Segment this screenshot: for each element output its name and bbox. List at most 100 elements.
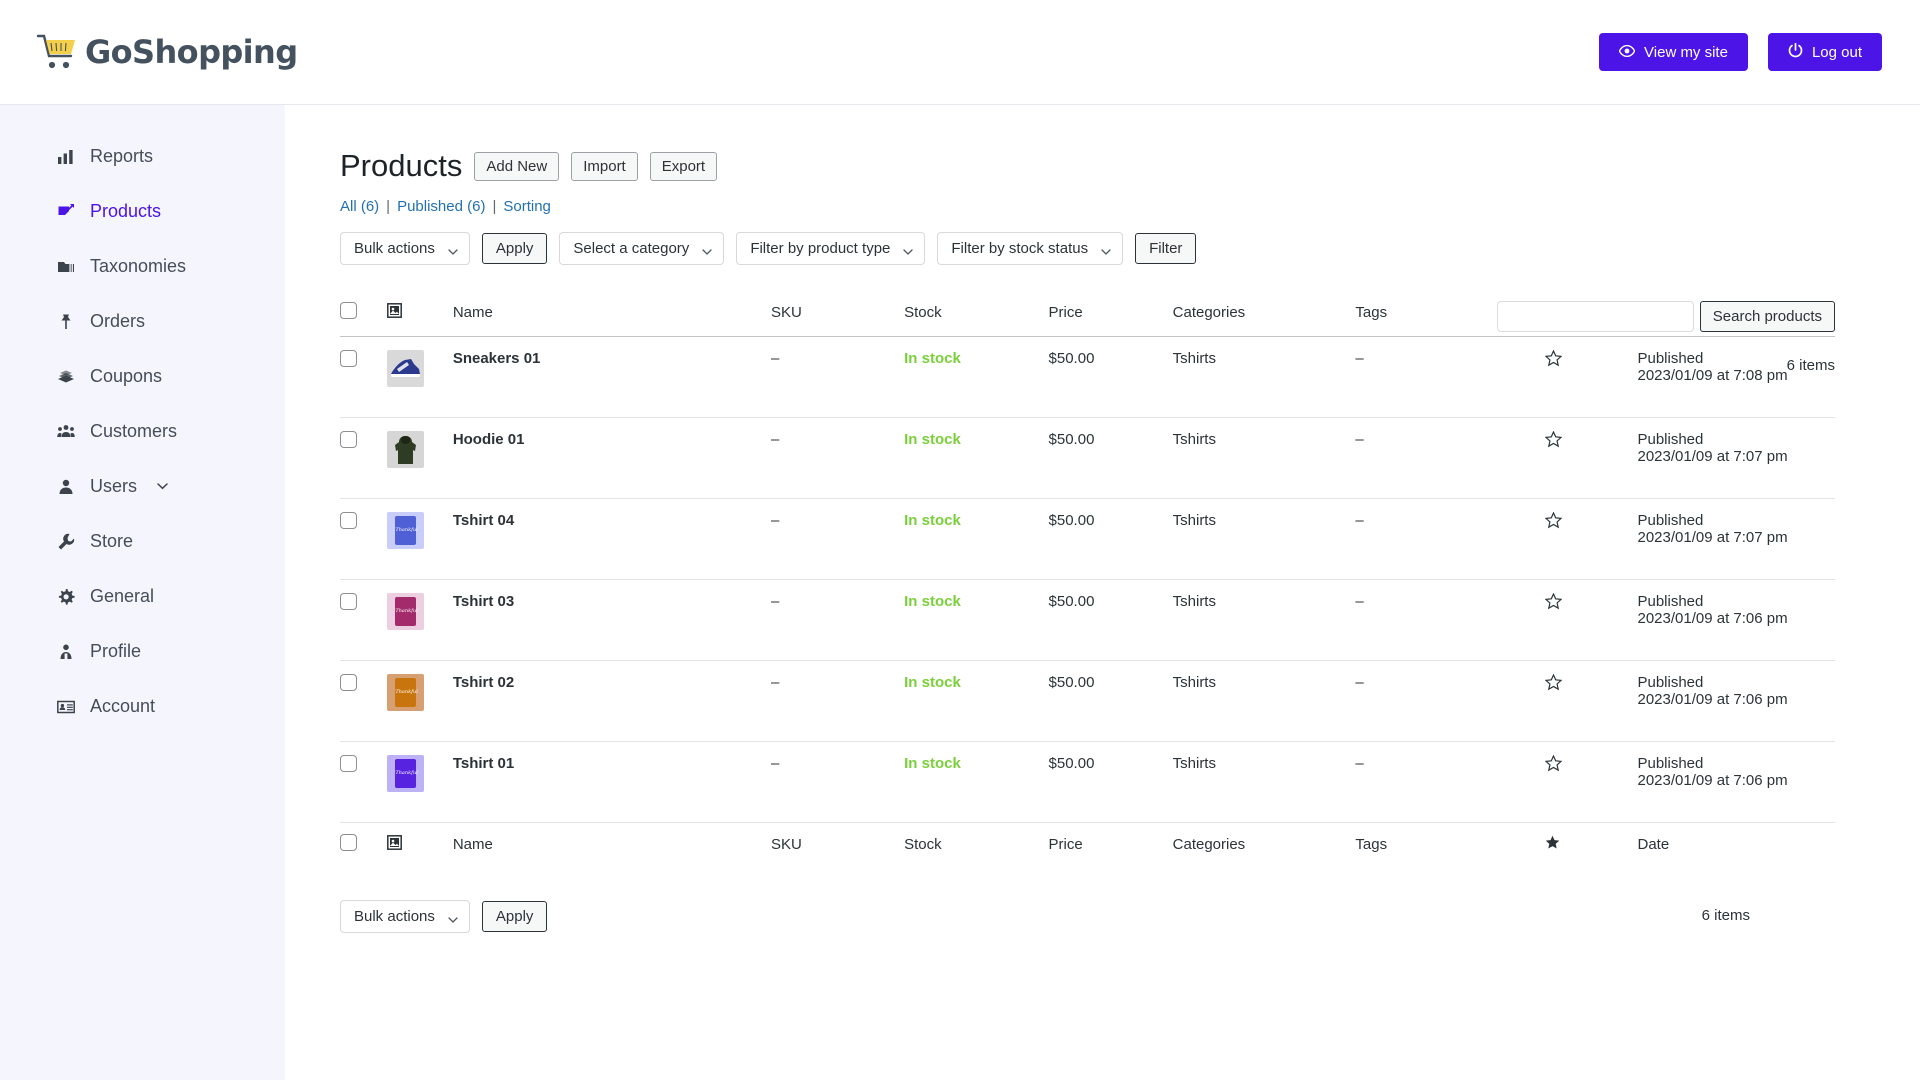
star-outline-icon[interactable]	[1544, 592, 1563, 614]
row-stock-cell: In stock	[904, 498, 1049, 580]
row-checkbox[interactable]	[340, 350, 357, 367]
publish-date: 2023/01/09 at 7:06 pm	[1637, 610, 1788, 627]
sku-column-header[interactable]: SKU	[770, 291, 905, 337]
sidebar-item-users[interactable]: Users	[0, 459, 285, 514]
row-checkbox[interactable]	[340, 593, 357, 610]
product-name-link[interactable]: Sneakers 01	[453, 350, 541, 367]
table-row: Tshirt 01–In stock$50.00Tshirts–Publishe…	[340, 741, 1835, 823]
row-price-cell: $50.00	[1048, 660, 1173, 742]
star-outline-icon[interactable]	[1544, 511, 1563, 533]
export-button[interactable]: Export	[649, 151, 718, 181]
view-my-site-button[interactable]: View my site	[1599, 33, 1748, 71]
apply-button-top[interactable]: Apply	[481, 233, 548, 264]
filter-button[interactable]: Filter	[1135, 233, 1197, 264]
price-column-header[interactable]: Price	[1048, 291, 1173, 337]
row-checkbox[interactable]	[340, 755, 357, 772]
product-thumbnail[interactable]	[387, 755, 425, 792]
select-all-checkbox-footer[interactable]	[340, 834, 357, 851]
publish-status: Published	[1637, 593, 1704, 610]
sidebar-item-coupons[interactable]: Coupons	[0, 349, 285, 404]
date-column-footer[interactable]: Date	[1637, 822, 1835, 868]
stock-status-select[interactable]: Filter by stock status	[937, 232, 1124, 265]
sidebar-item-label: Customers	[90, 421, 178, 441]
category-link[interactable]: Tshirts	[1173, 512, 1216, 529]
product-name-link[interactable]: Hoodie 01	[453, 431, 525, 448]
sidebar-item-account[interactable]: Account	[0, 679, 285, 734]
price-column-footer[interactable]: Price	[1048, 822, 1173, 868]
row-name-cell: Hoodie 01	[452, 417, 771, 499]
star-outline-icon[interactable]	[1544, 673, 1563, 695]
view-link-sorting[interactable]: Sorting	[503, 198, 551, 215]
product-thumbnail[interactable]	[387, 431, 425, 468]
row-sku-cell: –	[770, 417, 905, 499]
name-column-footer[interactable]: Name	[452, 822, 771, 868]
sidebar-item-taxonomies[interactable]: Taxonomies	[0, 239, 285, 294]
categories-column-footer: Categories	[1172, 822, 1356, 868]
product-thumbnail[interactable]	[387, 674, 425, 711]
product-name-link[interactable]: Tshirt 03	[453, 593, 514, 610]
product-thumbnail[interactable]	[387, 593, 425, 630]
row-date-cell: Published 2023/01/09 at 7:06 pm	[1637, 741, 1835, 823]
row-checkbox[interactable]	[340, 431, 357, 448]
sidebar-item-customers[interactable]: Customers	[0, 404, 285, 459]
select-all-footer	[340, 822, 388, 868]
category-link[interactable]: Tshirts	[1173, 755, 1216, 772]
stock-status-badge: In stock	[904, 431, 961, 448]
category-link[interactable]: Tshirts	[1173, 593, 1216, 610]
star-outline-icon[interactable]	[1544, 349, 1563, 371]
row-checkbox[interactable]	[340, 674, 357, 691]
product-type-select[interactable]: Filter by product type	[736, 232, 926, 265]
brand-logo[interactable]: GoShopping	[36, 33, 298, 71]
search-input[interactable]	[1496, 301, 1694, 332]
add-new-button[interactable]: Add New	[474, 151, 560, 181]
product-name-link[interactable]: Tshirt 01	[453, 755, 514, 772]
view-link-published[interactable]: Published (6)	[397, 198, 485, 215]
row-sku-cell: –	[770, 498, 905, 580]
select-all-checkbox[interactable]	[340, 302, 357, 319]
bulk-actions-select-bottom[interactable]: Bulk actions	[340, 900, 470, 933]
product-thumbnail[interactable]	[387, 350, 425, 387]
page-title: Products	[340, 148, 463, 183]
star-outline-icon[interactable]	[1544, 430, 1563, 452]
row-tags-cell: –	[1355, 579, 1545, 661]
sidebar-item-store[interactable]: Store	[0, 514, 285, 569]
items-count-top: 6 items	[1786, 357, 1835, 374]
stock-status-badge: In stock	[904, 512, 961, 529]
sidebar-item-reports[interactable]: Reports	[0, 129, 285, 184]
row-select-cell	[340, 660, 388, 742]
category-link[interactable]: Tshirts	[1173, 350, 1216, 367]
sidebar-item-profile[interactable]: Profile	[0, 624, 285, 679]
name-column-header[interactable]: Name	[452, 291, 771, 337]
sidebar-item-label: Reports	[90, 146, 154, 166]
search-products-button[interactable]: Search products	[1699, 301, 1835, 332]
product-thumbnail[interactable]	[387, 512, 425, 549]
main-content: Products Add New Import Export All (6) |…	[285, 105, 1920, 1080]
profile-icon	[56, 642, 76, 662]
chevron-down-icon	[448, 244, 458, 255]
category-select[interactable]: Select a category	[559, 232, 725, 265]
row-checkbox[interactable]	[340, 512, 357, 529]
category-link[interactable]: Tshirts	[1173, 674, 1216, 691]
sidebar-item-label: Profile	[90, 641, 142, 661]
sidebar-item-general[interactable]: General	[0, 569, 285, 624]
bulk-actions-value-bottom: Bulk actions	[354, 908, 435, 925]
apply-button-bottom[interactable]: Apply	[481, 901, 548, 932]
view-link-all[interactable]: All (6)	[340, 198, 379, 215]
row-stock-cell: In stock	[904, 417, 1049, 499]
sku-column-footer[interactable]: SKU	[770, 822, 905, 868]
star-filled-icon	[1545, 835, 1560, 854]
bulk-actions-select[interactable]: Bulk actions	[340, 232, 470, 265]
publish-status: Published	[1637, 755, 1704, 772]
logout-button[interactable]: Log out	[1767, 33, 1882, 71]
star-outline-icon[interactable]	[1544, 754, 1563, 776]
product-name-link[interactable]: Tshirt 04	[453, 512, 514, 529]
tags-column-footer: Tags	[1355, 822, 1545, 868]
product-name-link[interactable]: Tshirt 02	[453, 674, 514, 691]
category-link[interactable]: Tshirts	[1173, 431, 1216, 448]
import-button[interactable]: Import	[571, 151, 638, 181]
row-thumbnail-cell	[387, 579, 453, 661]
sidebar-item-orders[interactable]: Orders	[0, 294, 285, 349]
row-tags-cell: –	[1355, 660, 1545, 742]
sidebar-item-products[interactable]: Products	[0, 184, 285, 239]
chevron-down-icon[interactable]	[157, 481, 168, 493]
